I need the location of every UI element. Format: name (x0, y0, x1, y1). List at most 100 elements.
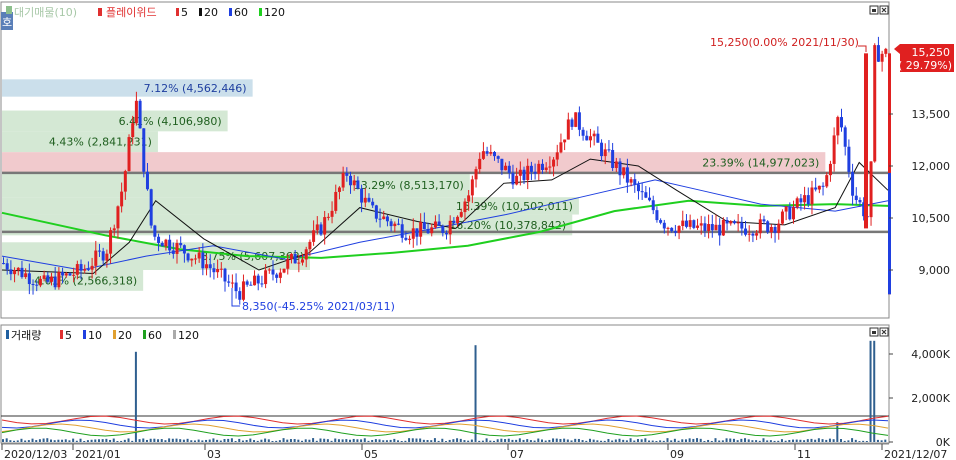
candle-body (31, 284, 35, 286)
volume-bar (245, 440, 248, 442)
volume-bar (408, 438, 411, 442)
volume-bar (673, 438, 676, 442)
volume-bar (459, 438, 462, 442)
volume-bar (865, 440, 868, 442)
candle-body (145, 171, 149, 190)
candle-body (577, 112, 581, 130)
volume-bar (577, 438, 580, 442)
candle-body (511, 172, 515, 185)
ma-legend-swatch (176, 8, 179, 16)
candle-body (773, 226, 777, 233)
candle-body (83, 269, 87, 271)
candle-body (618, 161, 622, 176)
candle-body (533, 171, 537, 174)
volume-ma-label: 60 (148, 329, 162, 342)
candle-body (49, 276, 53, 282)
volume-bar (725, 438, 728, 442)
volume-bar (445, 441, 447, 442)
volume-bar (326, 439, 329, 442)
volume-bar (13, 440, 16, 442)
volume-bar (411, 438, 414, 442)
candle-body (441, 225, 445, 234)
candle-body (515, 175, 519, 185)
candle-body (223, 268, 227, 282)
volume-bar (474, 345, 477, 442)
ma-legend-swatch (229, 8, 232, 16)
volume-bar (699, 438, 702, 442)
candle-body (24, 273, 28, 278)
volume-bar (692, 438, 695, 442)
volume-bar (707, 439, 710, 442)
volume-bar (688, 438, 691, 442)
volume-bar (42, 438, 45, 442)
volume-bar (681, 439, 684, 442)
candle-body (68, 273, 72, 276)
volume-bar (315, 440, 318, 442)
date-tick-label: 2021/01 (75, 448, 121, 460)
candle-body (160, 242, 164, 247)
candle-body (529, 165, 533, 172)
volume-bar (788, 439, 791, 442)
volume-bar (566, 439, 569, 442)
volume-bar (278, 440, 281, 442)
volume-bar (518, 438, 521, 442)
volume-bar (662, 440, 665, 442)
candle-body (463, 201, 467, 213)
candle-body (245, 281, 249, 285)
candle-body (345, 172, 349, 176)
volume-bar (758, 440, 761, 442)
volume-bar (500, 438, 503, 442)
candle-body (264, 270, 268, 285)
candle-body (607, 149, 611, 151)
volume-bar (832, 439, 835, 442)
volume-bar (507, 438, 510, 442)
candle-body (784, 206, 788, 212)
candle-body (193, 258, 197, 260)
volume-bar (134, 351, 137, 442)
volume-bar (271, 441, 274, 442)
volume-bar (230, 438, 233, 442)
volume-bar (559, 438, 562, 442)
volume-bar (448, 439, 451, 442)
volume-bar (817, 438, 820, 442)
volume-bar (389, 439, 392, 442)
volume-bar (611, 440, 614, 442)
candle-body (696, 225, 700, 228)
volume-bar (35, 440, 38, 442)
volume-bar (869, 340, 872, 442)
candle-body (208, 264, 212, 269)
volume-bar (197, 439, 200, 442)
volume-bar (186, 438, 189, 442)
volume-bar (736, 440, 739, 442)
volume-bar (53, 440, 56, 442)
volume-ma-label: 20 (118, 329, 132, 342)
volume-bar (267, 439, 270, 442)
volume-legend-swatch (6, 330, 9, 339)
candle-body (230, 282, 234, 284)
volume-bar (219, 440, 222, 442)
candle-body (821, 185, 825, 187)
volume-bar (755, 440, 758, 442)
candle-body (190, 258, 194, 261)
candle-body (61, 271, 65, 276)
candle-body (275, 274, 279, 278)
candle-body (157, 236, 161, 243)
candle-body (72, 274, 76, 276)
candle-body (633, 179, 637, 185)
candle-body (540, 163, 544, 171)
volume-bar (600, 440, 603, 442)
date-tick-label: 03 (207, 448, 221, 460)
candle-body (810, 187, 814, 205)
candle-body (404, 237, 408, 240)
volume-bar (821, 439, 824, 442)
candle-body (271, 269, 275, 275)
candle-body (219, 268, 223, 270)
candle-body (20, 267, 24, 278)
volume-bar (651, 440, 654, 442)
ma-legend-label: 120 (264, 6, 285, 19)
volume-bar (105, 438, 108, 442)
candle-body (581, 129, 585, 136)
candle-body (714, 224, 718, 231)
candle-body (659, 220, 663, 223)
candle-body (625, 167, 629, 183)
